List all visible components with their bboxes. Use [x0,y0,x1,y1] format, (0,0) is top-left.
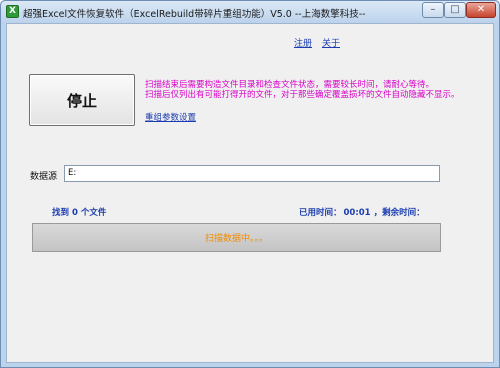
excel-icon: X [6,5,19,18]
main-panel: 注册 关于 停止 扫描结束后需要构造文件目录和检查文件状态，需要较长时间，请耐心… [6,23,494,363]
window-title: 超强Excel文件恢复软件（ExcelRebuild带碎片重组功能）V5.0 -… [23,9,366,20]
register-link[interactable]: 注册 [294,36,312,49]
source-field[interactable]: E: [64,165,440,182]
progress-text: 扫描数据中。。。 [204,234,268,244]
elapsed-label: 已用时间： [299,208,342,218]
maximize-button[interactable]: □ [444,2,466,18]
found-files-count: 找到 0 个文件 [52,208,107,218]
scan-progress-bar: 扫描数据中。。。 [32,223,441,252]
reset-params-link[interactable]: 重组参数设置 [145,111,196,123]
close-button[interactable]: ✕ [466,2,496,18]
elapsed-value: 00:01 [343,208,371,218]
remaining-label: ，剩余时间： [373,208,425,218]
hint-text-2: 扫描后仅列出有可能打得开的文件，对于那些确定覆盖损坏的文件自动隐藏不显示。 [145,90,460,100]
app-window: X 超强Excel文件恢复软件（ExcelRebuild带碎片重组功能）V5.0… [0,0,500,368]
about-link[interactable]: 关于 [322,36,340,49]
time-status: 已用时间： 00:01 ，剩余时间： [299,206,425,218]
stop-button[interactable]: 停止 [29,74,135,126]
source-label: 数据源 [30,172,58,182]
title-bar[interactable]: X 超强Excel文件恢复软件（ExcelRebuild带碎片重组功能）V5.0… [1,1,499,23]
minimize-button[interactable]: – [422,2,444,18]
